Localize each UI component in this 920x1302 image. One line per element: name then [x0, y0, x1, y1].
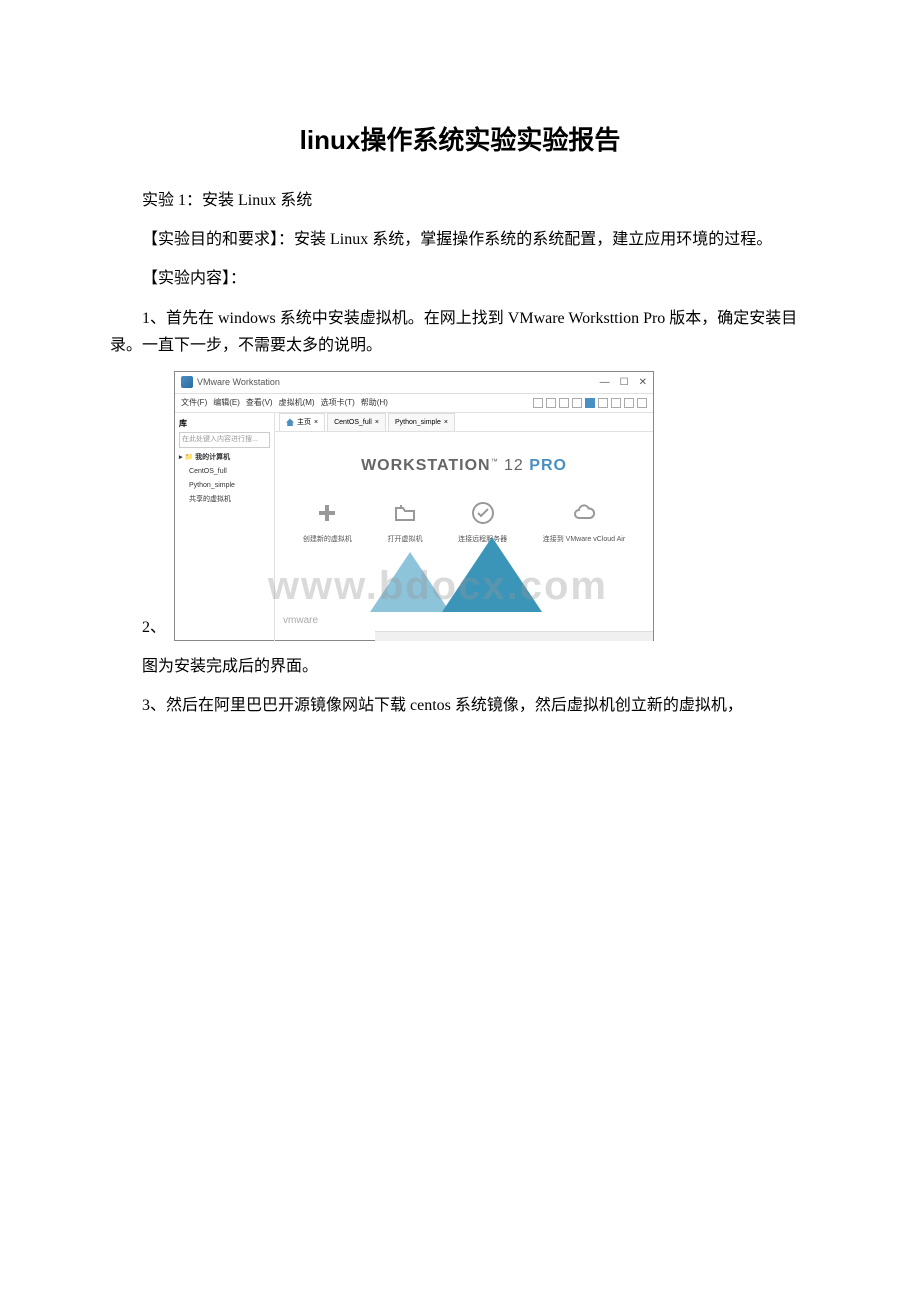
window-title-text: VMware Workstation — [197, 375, 280, 390]
server-connect-icon — [470, 500, 496, 526]
toolbar-icon[interactable] — [559, 398, 569, 408]
close-button[interactable]: ✕ — [639, 374, 647, 391]
menu-tabs[interactable]: 选项卡(T) — [321, 396, 355, 410]
sidebar-library: 库 在此处键入内容进行搜... ▸ 📁 我的计算机 CentOS_full Py… — [175, 413, 275, 641]
vmware-logo-icon — [181, 376, 193, 388]
menu-vm[interactable]: 虚拟机(M) — [279, 396, 315, 410]
tree-item-shared[interactable]: 共享的虚拟机 — [179, 493, 270, 507]
paragraph-step-1: 1、首先在 windows 系统中安装虚拟机。在网上找到 VMware Work… — [110, 305, 810, 359]
home-icon — [286, 418, 294, 426]
plus-icon — [314, 500, 340, 526]
tree-root-my-computer[interactable]: ▸ 📁 我的计算机 — [179, 451, 270, 465]
menubar: 文件(F) 编辑(E) 查看(V) 虚拟机(M) 选项卡(T) 帮助(H) — [175, 394, 653, 413]
tab-strip: 主页 × CentOS_full × Python_simple × — [275, 413, 653, 433]
menu-help[interactable]: 帮助(H) — [361, 396, 388, 410]
toolbar-icon[interactable] — [598, 398, 608, 408]
vmware-screenshot: VMware Workstation — ☐ ✕ 文件(F) 编辑(E) 查看(… — [174, 371, 654, 641]
paragraph-content-header: 【实验内容】： — [110, 265, 810, 292]
menu-edit[interactable]: 编辑(E) — [213, 396, 240, 410]
paragraph-experiment-1: 实验 1：安装 Linux 系统 — [110, 187, 810, 214]
sidebar-library-label: 库 — [179, 417, 270, 431]
main-panel: 主页 × CentOS_full × Python_simple × WORKS… — [275, 413, 653, 641]
action-create-vm[interactable]: 创建新的虚拟机 — [303, 500, 352, 546]
toolbar-icon[interactable] — [637, 398, 647, 408]
menu-view[interactable]: 查看(V) — [246, 396, 273, 410]
tab-python[interactable]: Python_simple × — [388, 413, 455, 432]
toolbar-icon[interactable] — [624, 398, 634, 408]
tab-home[interactable]: 主页 × — [279, 413, 325, 432]
cloud-icon — [571, 500, 597, 526]
tab-centos[interactable]: CentOS_full × — [327, 413, 386, 432]
sidebar-search-input[interactable]: 在此处键入内容进行搜... — [179, 432, 270, 448]
toolbar-icon[interactable] — [572, 398, 582, 408]
toolbar-icon[interactable] — [611, 398, 621, 408]
horizontal-scrollbar[interactable] — [375, 631, 653, 641]
tree-item-python[interactable]: Python_simple — [179, 479, 270, 493]
tree-item-centos[interactable]: CentOS_full — [179, 465, 270, 479]
sidebar-tree: ▸ 📁 我的计算机 CentOS_full Python_simple 共享的虚… — [179, 451, 270, 507]
document-title: linux操作系统实验实验报告 — [110, 120, 810, 157]
paragraph-caption: 图为安装完成后的界面。 — [110, 653, 810, 680]
action-connect-vcloud[interactable]: 连接到 VMware vCloud Air — [543, 500, 625, 546]
paragraph-purpose: 【实验目的和要求】：安装 Linux 系统，掌握操作系统的系统配置，建立应用环境… — [110, 226, 810, 253]
decorative-mountains — [275, 542, 653, 612]
action-open-vm[interactable]: 打开虚拟机 — [387, 500, 422, 546]
window-titlebar: VMware Workstation — ☐ ✕ — [175, 372, 653, 394]
paragraph-step-3: 3、然后在阿里巴巴开源镜像网站下载 centos 系统镜像，然后虚拟机创立新的虚… — [110, 692, 810, 719]
maximize-button[interactable]: ☐ — [620, 374, 629, 391]
minimize-button[interactable]: — — [600, 374, 610, 391]
toolbar — [533, 398, 647, 408]
vmware-footer-logo: vmware — [283, 612, 318, 629]
menu-file[interactable]: 文件(F) — [181, 396, 207, 410]
toolbar-icon[interactable] — [546, 398, 556, 408]
toolbar-icon[interactable] — [585, 398, 595, 408]
toolbar-icon[interactable] — [533, 398, 543, 408]
paragraph-step-2-prefix: 2、 — [110, 614, 166, 641]
folder-open-icon — [392, 500, 418, 526]
workstation-brand-title: WORKSTATION™ 12 PRO — [285, 452, 643, 479]
